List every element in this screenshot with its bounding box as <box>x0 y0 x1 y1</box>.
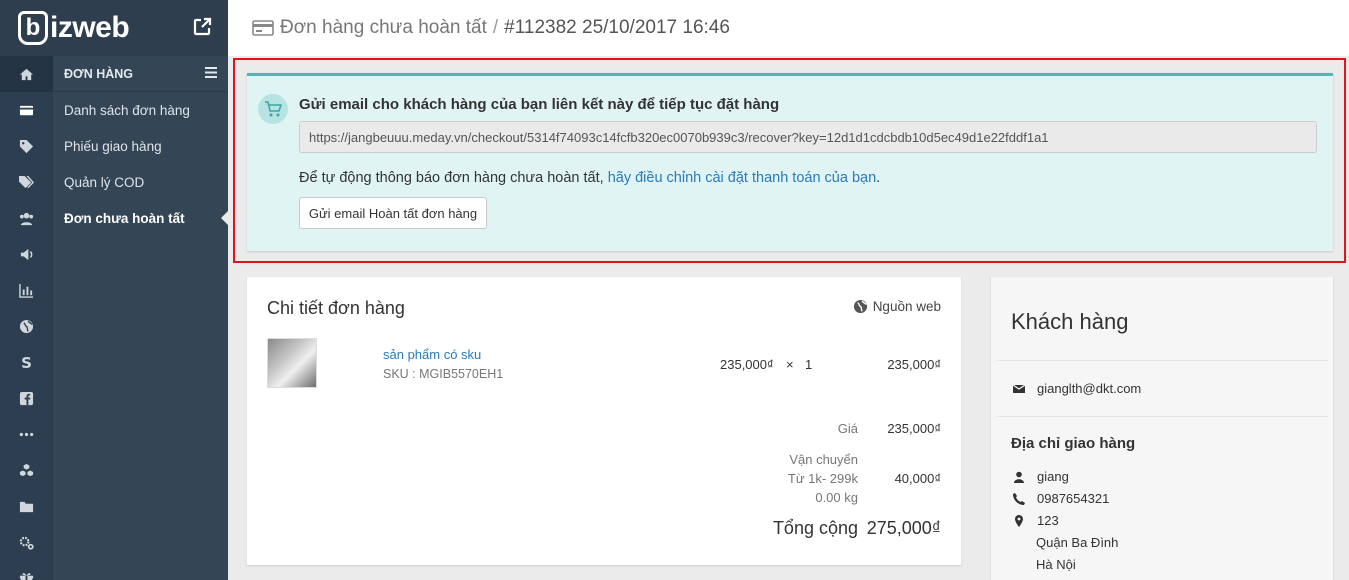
submenu-item-label: Đơn chưa hoàn tất <box>64 210 185 226</box>
order-detail-card: Chi tiết đơn hàng Nguồn web sản phẩm có … <box>247 277 961 565</box>
breadcrumb-separator: / <box>492 17 499 38</box>
card-icon[interactable] <box>0 92 53 128</box>
users-icon[interactable] <box>0 200 53 236</box>
product-thumbnail[interactable] <box>267 338 317 388</box>
orders-submenu: ĐƠN HÀNG Danh sách đơn hàng Phiếu giao h… <box>53 56 228 580</box>
order-source: Nguồn web <box>853 299 941 314</box>
price-value: 235,000₫ <box>887 421 941 436</box>
settings-icon[interactable] <box>0 524 53 560</box>
submenu-item-label: Quản lý COD <box>64 174 145 190</box>
address-line-2: Quận Ba Đình <box>1036 535 1119 550</box>
customer-title: Khách hàng <box>1011 309 1129 334</box>
tags-icon[interactable] <box>0 164 53 200</box>
bizweb-logo[interactable]: b izweb <box>18 10 130 46</box>
customer-name-row: giang <box>1011 469 1069 484</box>
recover-notice: Gửi email cho khách hàng của bạn liên kế… <box>247 73 1333 251</box>
customer-phone-row: 0987654321 <box>1011 491 1109 506</box>
unit-price: 235,000₫ <box>720 357 774 372</box>
divider <box>996 416 1328 417</box>
shipping-weight: 0.00 kg <box>815 490 858 505</box>
order-source-label: Nguồn web <box>872 299 941 314</box>
folder-icon[interactable] <box>0 488 53 524</box>
total-value: 275,000₫ <box>866 518 941 538</box>
divider <box>996 360 1328 361</box>
logo-bar: b izweb <box>0 0 228 56</box>
auto-notify-text: Để tự động thông báo đơn hàng chưa hoàn … <box>299 170 880 186</box>
svg-text:S: S <box>21 355 32 370</box>
gift-icon[interactable] <box>0 560 53 580</box>
logo-letter: b <box>18 11 48 45</box>
customer-email-row: gianglth@dkt.com <box>1011 381 1141 396</box>
home-icon[interactable] <box>0 56 53 92</box>
shipping-method: Từ 1k- 299k <box>787 471 858 486</box>
external-link-icon[interactable] <box>192 17 212 37</box>
send-email-button[interactable]: Gửi email Hoàn tất đơn hàng <box>299 197 487 229</box>
cubes-icon[interactable] <box>0 452 53 488</box>
cart-icon <box>258 94 288 124</box>
globe-icon <box>853 299 867 314</box>
menu-toggle-icon[interactable] <box>205 66 217 81</box>
customer-card: Khách hàng gianglth@dkt.com Địa chỉ giao… <box>991 277 1333 580</box>
submenu-item-order-list[interactable]: Danh sách đơn hàng <box>53 92 228 128</box>
phone-icon <box>1011 492 1027 506</box>
submenu-item-incomplete-orders[interactable]: Đơn chưa hoàn tất <box>53 200 228 236</box>
tag-icon[interactable] <box>0 128 53 164</box>
notice-title: Gửi email cho khách hàng của bạn liên kế… <box>299 96 780 113</box>
recover-url-field[interactable] <box>299 121 1317 153</box>
logo-text: izweb <box>50 11 130 44</box>
shipping-label: Vận chuyển <box>789 452 858 467</box>
map-marker-icon <box>1011 514 1027 528</box>
shipping-value: 40,000₫ <box>894 471 941 486</box>
customer-address-row: 123 <box>1011 513 1059 528</box>
line-total: 235,000₫ <box>887 357 941 372</box>
submenu-item-label: Phiếu giao hàng <box>64 138 162 154</box>
bar-chart-icon[interactable] <box>0 272 53 308</box>
s-icon[interactable]: S <box>0 344 53 380</box>
submenu-item-label: Danh sách đơn hàng <box>64 102 190 118</box>
auto-notify-label: Để tự động thông báo đơn hàng chưa hoàn … <box>299 170 604 186</box>
breadcrumb-section[interactable]: Đơn hàng chưa hoàn tất <box>280 17 487 39</box>
customer-name: giang <box>1037 469 1069 484</box>
submenu-item-delivery-slips[interactable]: Phiếu giao hàng <box>53 128 228 164</box>
customer-phone: 0987654321 <box>1037 491 1110 506</box>
total-label: Tổng cộng <box>772 518 858 538</box>
globe-icon[interactable] <box>0 308 53 344</box>
page-header: Đơn hàng chưa hoàn tất / #112382 25/10/2… <box>228 0 1349 56</box>
order-detail-title: Chi tiết đơn hàng <box>267 298 405 318</box>
card-icon <box>252 20 274 36</box>
address-line-1: 123 <box>1037 513 1059 528</box>
payment-settings-link[interactable]: hãy điều chỉnh cài đặt thanh toán của bạ… <box>608 170 876 186</box>
address-line-3: Hà Nội <box>1036 557 1076 572</box>
user-icon <box>1011 470 1027 484</box>
customer-email[interactable]: gianglth@dkt.com <box>1037 381 1141 396</box>
times-sign: × <box>786 357 794 372</box>
page-title: #112382 25/10/2017 16:46 <box>504 17 730 38</box>
quantity: 1 <box>805 357 813 372</box>
auto-notify-end: . <box>876 170 881 186</box>
facebook-icon[interactable] <box>0 380 53 416</box>
product-sku: SKU : MGIB5570EH1 <box>383 367 504 381</box>
submenu-title: ĐƠN HÀNG <box>64 66 133 81</box>
more-icon[interactable] <box>0 416 53 452</box>
shipping-address-title: Địa chỉ giao hàng <box>1011 435 1136 452</box>
price-label: Giá <box>837 421 858 436</box>
envelope-icon <box>1011 382 1027 396</box>
submenu-heading: ĐƠN HÀNG <box>53 56 228 92</box>
rail-icons: S <box>0 56 53 580</box>
megaphone-icon[interactable] <box>0 236 53 272</box>
submenu-item-cod[interactable]: Quản lý COD <box>53 164 228 200</box>
product-name-link[interactable]: sản phẩm có sku <box>383 347 481 362</box>
